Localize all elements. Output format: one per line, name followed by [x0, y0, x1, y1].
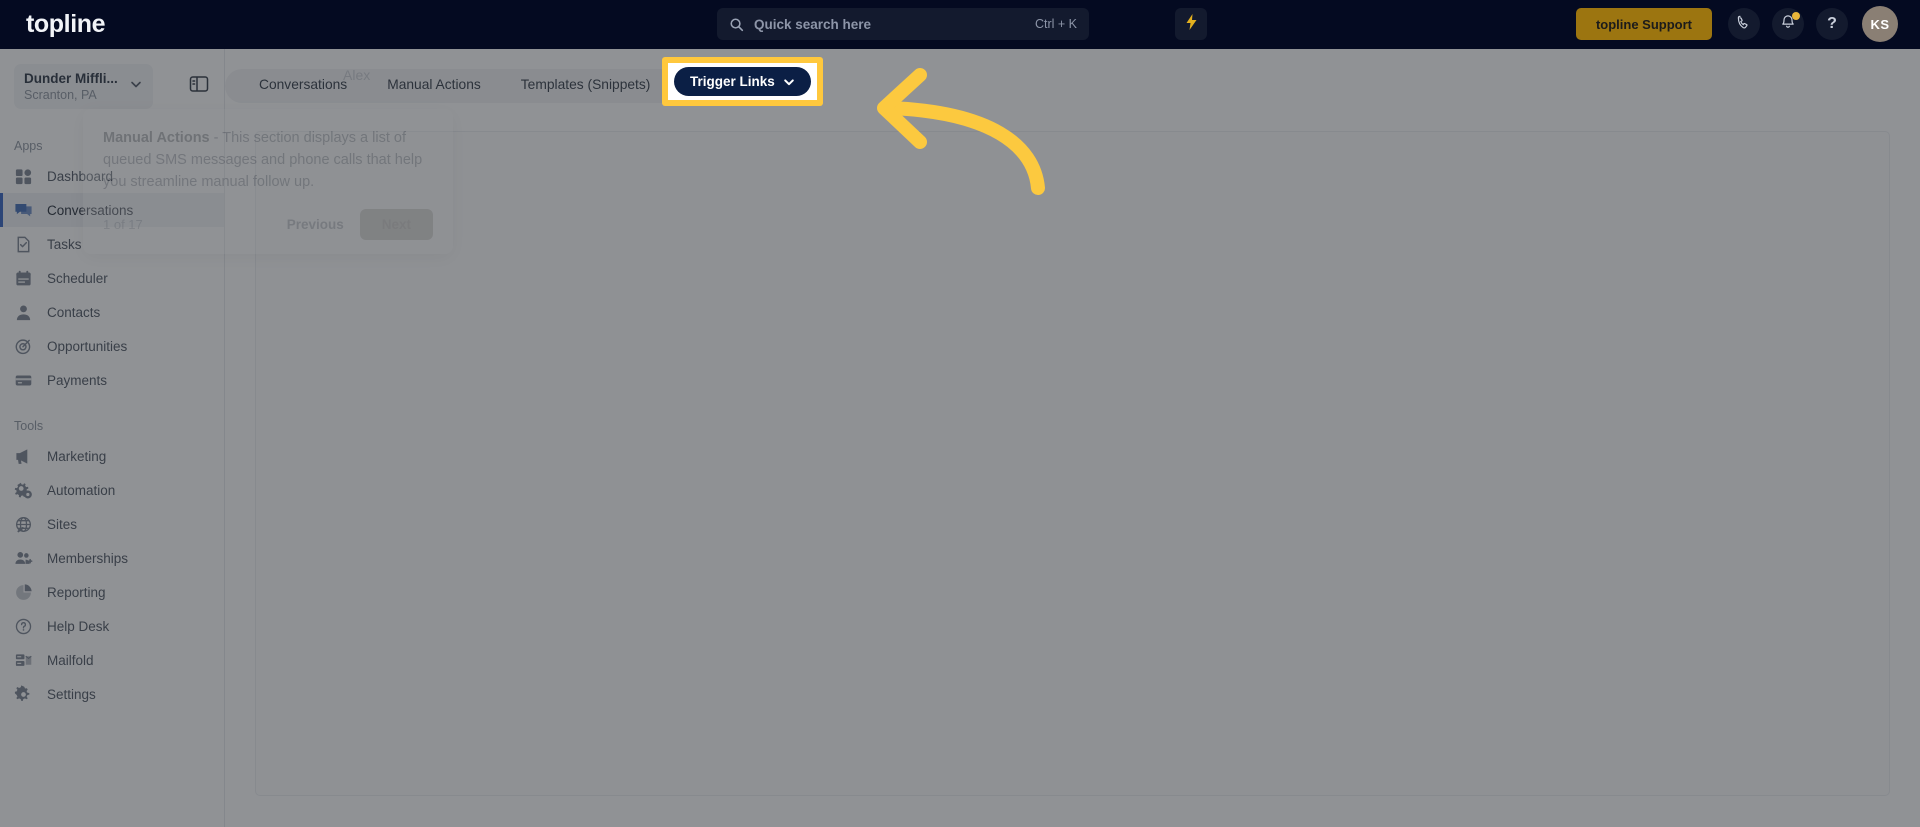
- content-card: [255, 131, 1890, 796]
- sidebar-item-label: Memberships: [47, 550, 129, 566]
- conversations-icon: [14, 201, 33, 220]
- pie-chart-icon: [14, 583, 33, 602]
- tab-conversations[interactable]: Conversations: [239, 68, 367, 102]
- sidebar-item-label: Scheduler: [47, 270, 108, 286]
- location-switcher[interactable]: Dunder Miffli... Scranton, PA: [14, 64, 153, 109]
- phone-button[interactable]: [1728, 8, 1760, 40]
- search-input[interactable]: Quick search here: [754, 17, 1035, 32]
- sidebar-item-help-desk[interactable]: Help Desk: [0, 609, 224, 643]
- sidebar-item-scheduler[interactable]: Scheduler: [0, 261, 224, 295]
- location-sublabel: Scranton, PA: [24, 88, 97, 102]
- contacts-icon: [14, 303, 33, 322]
- sidebar-item-label: Contacts: [47, 304, 101, 320]
- search-icon: [729, 17, 744, 32]
- notification-badge-dot: [1792, 12, 1800, 20]
- members-icon: [14, 549, 33, 568]
- card-icon: [14, 371, 33, 390]
- tour-popover-separator: -: [209, 130, 223, 146]
- sidebar-item-label: Automation: [47, 482, 116, 498]
- sidebar-item-label: Tasks: [47, 236, 82, 252]
- sidebar-item-label: Reporting: [47, 584, 106, 600]
- sidebar-item-settings[interactable]: Settings: [0, 677, 224, 711]
- tasks-icon: [14, 235, 33, 254]
- quick-action-button[interactable]: [1175, 8, 1207, 40]
- lightning-bolt-icon: [1185, 13, 1198, 35]
- trigger-links-highlight: Trigger Links: [662, 57, 823, 106]
- notifications-button[interactable]: [1772, 8, 1804, 40]
- app-logo[interactable]: topline: [26, 10, 106, 39]
- sidebar-item-payments[interactable]: Payments: [0, 363, 224, 397]
- help-circle-icon: [14, 617, 33, 636]
- tab-manual-actions[interactable]: Manual Actions: [367, 68, 501, 102]
- main-content: Conversations Manual Actions Templates (…: [83, 49, 1920, 827]
- sidebar-item-label: Sites: [47, 516, 78, 532]
- gear-icon: [14, 684, 33, 704]
- sidebar-item-automation[interactable]: Automation: [0, 473, 224, 507]
- tab-bar: Conversations Manual Actions Templates (…: [225, 61, 1920, 109]
- avatar[interactable]: KS: [1862, 6, 1898, 42]
- sidebar-item-label: Mailfold: [47, 652, 94, 668]
- page-body: Dunder Miffli... Scranton, PA Apps Dashb…: [0, 49, 1920, 827]
- gears-icon: [14, 481, 33, 500]
- location-name: Dunder Miffli...: [24, 71, 118, 86]
- sidebar-item-label: Help Desk: [47, 618, 110, 634]
- globe-icon: [14, 515, 33, 534]
- support-button[interactable]: topline Support: [1575, 8, 1712, 40]
- chevron-down-icon: [129, 77, 143, 96]
- tab-templates-snippets[interactable]: Templates (Snippets): [501, 68, 671, 102]
- app-root: topline Quick search here Ctrl + K topli…: [0, 0, 1920, 827]
- sidebar-group-label-tools: Tools: [14, 419, 44, 433]
- sidebar-item-opportunities[interactable]: Opportunities: [0, 329, 224, 363]
- tour-step-counter: 1 of 17: [103, 217, 143, 232]
- tour-popover-footer: 1 of 17 Previous Next: [103, 209, 433, 240]
- tour-popover: Manual Actions - This section displays a…: [83, 109, 453, 254]
- tour-popover-title: Manual Actions: [103, 130, 210, 146]
- sidebar-item-marketing[interactable]: Marketing: [0, 439, 224, 473]
- tour-previous-button[interactable]: Previous: [287, 217, 344, 232]
- trigger-links-label: Trigger Links: [690, 74, 775, 89]
- sidebar-item-mailfold[interactable]: Mailfold: [0, 643, 224, 677]
- search-shortcut-hint: Ctrl + K: [1034, 17, 1077, 31]
- chevron-down-icon: [783, 76, 795, 88]
- calendar-icon: [14, 269, 33, 288]
- top-bar: topline Quick search here Ctrl + K topli…: [0, 0, 1920, 49]
- sidebar-item-label: Opportunities: [47, 338, 128, 354]
- help-icon: ?: [1827, 15, 1837, 32]
- sidebar-item-label: Settings: [47, 686, 96, 702]
- sidebar-item-label: Payments: [47, 372, 108, 388]
- trigger-links-highlight-inner: Trigger Links: [668, 63, 817, 100]
- global-search[interactable]: Quick search here Ctrl + K: [717, 8, 1089, 40]
- sidebar-item-contacts[interactable]: Contacts: [0, 295, 224, 329]
- sidebar-item-label: Marketing: [47, 448, 107, 464]
- target-icon: [14, 337, 33, 356]
- panel-toggle-icon[interactable]: [188, 73, 210, 95]
- sidebar-item-reporting[interactable]: Reporting: [0, 575, 224, 609]
- megaphone-icon: [14, 447, 33, 466]
- trigger-links-button[interactable]: Trigger Links: [674, 67, 811, 96]
- phone-icon: [1736, 14, 1752, 35]
- sidebar-item-sites[interactable]: Sites: [0, 507, 224, 541]
- sidebar-item-memberships[interactable]: Memberships: [0, 541, 224, 575]
- dashboard-icon: [14, 167, 33, 186]
- tour-popover-text: Manual Actions - This section displays a…: [103, 127, 433, 193]
- mailfold-icon: [14, 651, 33, 670]
- tour-next-button[interactable]: Next: [359, 209, 433, 240]
- help-button[interactable]: ?: [1816, 8, 1848, 40]
